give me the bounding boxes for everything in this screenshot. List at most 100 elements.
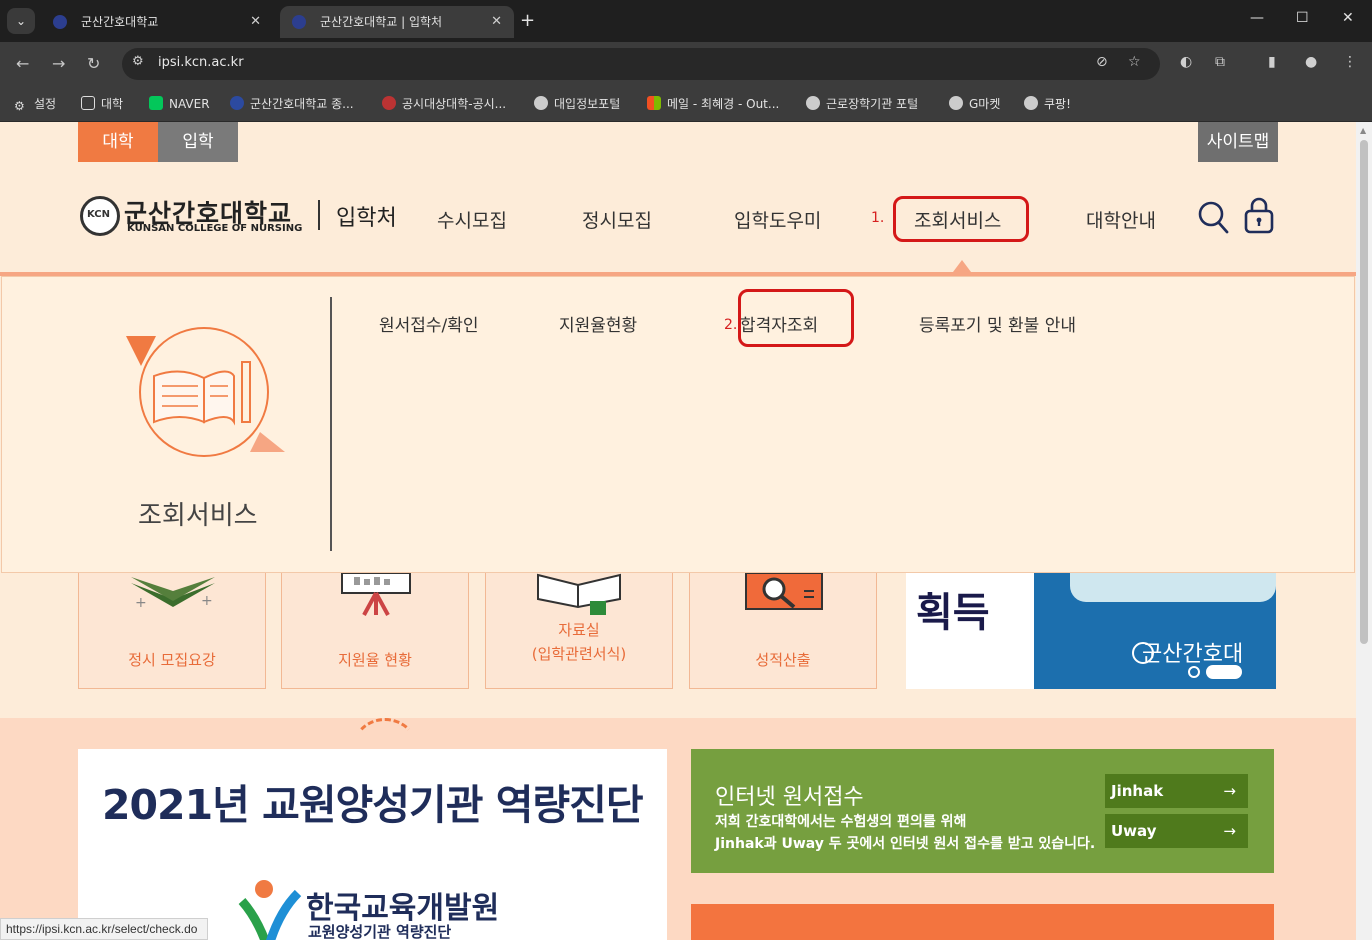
forward-icon[interactable]: → xyxy=(52,54,65,73)
step-1-annotation: 1. xyxy=(871,210,885,226)
bookmarks-bar: ⚙ 설정 대학 NAVER 군산간호대학교 종... 공시대상대학-공시... 대… xyxy=(0,86,1372,122)
gear-icon: ⚙ xyxy=(14,99,25,113)
bookmark-settings[interactable]: ⚙ 설정 xyxy=(14,95,56,113)
folder-icon xyxy=(81,96,95,110)
reload-icon[interactable]: ↻ xyxy=(87,54,100,73)
nav-regular-admission[interactable]: 정시모집 xyxy=(582,206,652,233)
jinhak-label: Jinhak xyxy=(1111,782,1164,800)
bookmark-coupang[interactable]: 쿠팡! xyxy=(1024,95,1071,113)
logo-admission-office[interactable]: 입학처 xyxy=(336,200,397,232)
browser-tab-1[interactable]: 군산간호대학교 ✕ xyxy=(41,6,273,38)
dropdown-title: 조회서비스 xyxy=(138,501,258,531)
sitemap-button[interactable]: 사이트맵 xyxy=(1198,122,1278,162)
quick-grade-calc[interactable]: 성적산출 xyxy=(689,572,877,689)
bookmark-label: 쿠팡! xyxy=(1044,97,1071,111)
bookmark-outlook[interactable]: 메일 - 최혜경 - Out... xyxy=(647,95,779,113)
banner-sign: 군산간호대 xyxy=(1142,642,1244,667)
close-window-icon[interactable]: ✕ xyxy=(1342,10,1354,26)
uway-button[interactable]: Uway → xyxy=(1105,814,1248,848)
apply-desc-line1: 저희 간호대학에서는 수험생의 편의를 위해 xyxy=(715,814,967,830)
new-tab-icon[interactable]: + xyxy=(520,10,535,31)
menu-application-check[interactable]: 원서접수/확인 xyxy=(379,311,479,336)
highlight-box-nav xyxy=(893,196,1029,242)
quick-label-line1: 자료실 xyxy=(558,621,600,639)
quick-label: 정시 모집요강 xyxy=(128,651,216,669)
quick-label-line2: (입학관련서식) xyxy=(531,645,627,663)
naver-icon xyxy=(149,96,163,110)
bookmark-star-icon[interactable]: ☆ xyxy=(1128,54,1141,70)
profile-icon[interactable]: ● xyxy=(1305,54,1317,70)
address-bar[interactable]: ⚙ ipsi.kcn.ac.kr ⊘ ☆ xyxy=(122,48,1160,80)
camera-off-icon[interactable]: ⊘ xyxy=(1096,54,1108,70)
bookmark-gmarket[interactable]: G마켓 xyxy=(949,95,1000,113)
quick-competition-rate[interactable]: 지원율 현황 xyxy=(281,572,469,689)
side-panel-icon[interactable]: ▮ xyxy=(1268,54,1276,70)
top-tab-university[interactable]: 대학 xyxy=(78,122,158,162)
open-book-icon xyxy=(126,327,285,457)
kcn-favicon-icon xyxy=(292,15,306,29)
back-icon[interactable]: ← xyxy=(16,54,29,73)
menu-refund-info[interactable]: 등록포기 및 환불 안내 xyxy=(919,311,1076,336)
bookmark-kcn[interactable]: 군산간호대학교 종... xyxy=(230,95,354,113)
quick-label: 지원율 현황 xyxy=(338,651,412,669)
bookmark-label: 대입정보포털 xyxy=(554,97,621,111)
book-stack-icon: + + xyxy=(131,577,215,611)
jinhak-button[interactable]: Jinhak → xyxy=(1105,774,1248,808)
bookmark-label: 근로장학기관 포털 xyxy=(826,97,919,111)
nav-admission-help[interactable]: 입학도우미 xyxy=(734,206,821,233)
page-scrollbar[interactable]: ▲ xyxy=(1356,122,1372,940)
bookmark-label: G마켓 xyxy=(969,97,1001,111)
nav-early-admission[interactable]: 수시모집 xyxy=(437,206,507,233)
menu-caret xyxy=(953,260,971,272)
nav-university-info[interactable]: 대학안내 xyxy=(1086,206,1156,233)
minimize-icon[interactable]: — xyxy=(1250,10,1264,26)
lookup-service-dropdown: 조회서비스 원서접수/확인 지원율현황 2. 합격자조회 등록포기 및 환불 안… xyxy=(1,276,1355,573)
tab-search-button[interactable]: ⌄ xyxy=(7,8,35,34)
quick-regular-guide[interactable]: + + 정시 모집요강 xyxy=(78,572,266,689)
competency-banner[interactable]: 2021년 교원양성기관 역량진단 한국교육개발원 교원양성기관 역량진단 xyxy=(78,749,667,940)
menu-competition-rate[interactable]: 지원율현황 xyxy=(559,311,637,336)
quick-data-room[interactable]: 자료실 (입학관련서식) xyxy=(485,572,673,689)
svg-text:+: + xyxy=(135,595,147,611)
site-info-icon[interactable]: ⚙ xyxy=(132,54,144,69)
extension-kcn-icon[interactable]: ◐ xyxy=(1180,54,1192,70)
orange-panel xyxy=(691,904,1274,940)
globe-icon xyxy=(534,96,548,110)
maximize-icon[interactable]: ☐ xyxy=(1296,10,1309,26)
more-menu-icon[interactable]: ⋮ xyxy=(1343,54,1357,70)
bookmark-work-scholarship[interactable]: 근로장학기관 포털 xyxy=(806,95,918,113)
extensions-icon[interactable]: ⧉ xyxy=(1215,54,1225,70)
lock-icon[interactable] xyxy=(1243,196,1275,234)
close-tab-icon[interactable]: ✕ xyxy=(491,6,502,38)
bookmark-naver[interactable]: NAVER xyxy=(149,95,210,113)
browser-toolbar: ← → ↻ ⚙ ipsi.kcn.ac.kr ⊘ ☆ ◐ ⧉ ▮ ● ⋮ xyxy=(0,42,1372,86)
tab-strip: ⌄ 군산간호대학교 ✕ 군산간호대학교 | 입학처 ✕ + — ☐ ✕ xyxy=(0,0,1372,42)
kedi-subtitle: 교원양성기관 역량진단 xyxy=(308,923,452,940)
bookmark-admission-portal[interactable]: 대입정보포털 xyxy=(534,95,620,113)
browser-tab-2[interactable]: 군산간호대학교 | 입학처 ✕ xyxy=(280,6,514,38)
url-text[interactable]: ipsi.kcn.ac.kr xyxy=(158,55,244,70)
scroll-up-icon[interactable]: ▲ xyxy=(1360,126,1366,135)
svg-text:+: + xyxy=(201,593,213,609)
bookmark-disclosure[interactable]: 공시대상대학-공시... xyxy=(382,95,506,113)
kcn-icon xyxy=(230,96,244,110)
scroll-thumb[interactable] xyxy=(1360,140,1368,644)
arrow-right-icon: → xyxy=(1223,822,1236,840)
bookmark-folder-university[interactable]: 대학 xyxy=(81,95,123,113)
slider-dot-active[interactable] xyxy=(1206,665,1242,679)
globe-icon xyxy=(806,96,820,110)
page-viewport: 대학 입학 사이트맵 군산간호대학교 KUNSAN COLLEGE OF NUR… xyxy=(0,122,1356,940)
slider-dot[interactable] xyxy=(1188,666,1200,678)
close-tab-icon[interactable]: ✕ xyxy=(250,6,261,38)
easel-chart-icon xyxy=(341,573,411,616)
top-tab-admission[interactable]: 입학 xyxy=(158,122,238,162)
globe-icon xyxy=(382,96,396,110)
arrow-right-icon: → xyxy=(1223,782,1236,800)
kcn-seal-logo[interactable] xyxy=(80,196,120,236)
microsoft-icon xyxy=(647,96,661,110)
search-icon[interactable] xyxy=(1197,200,1229,234)
banner-headline: 획득 xyxy=(916,590,990,636)
bookmark-label: 설정 xyxy=(34,97,57,111)
globe-icon xyxy=(949,96,963,110)
logo-divider xyxy=(318,200,320,230)
